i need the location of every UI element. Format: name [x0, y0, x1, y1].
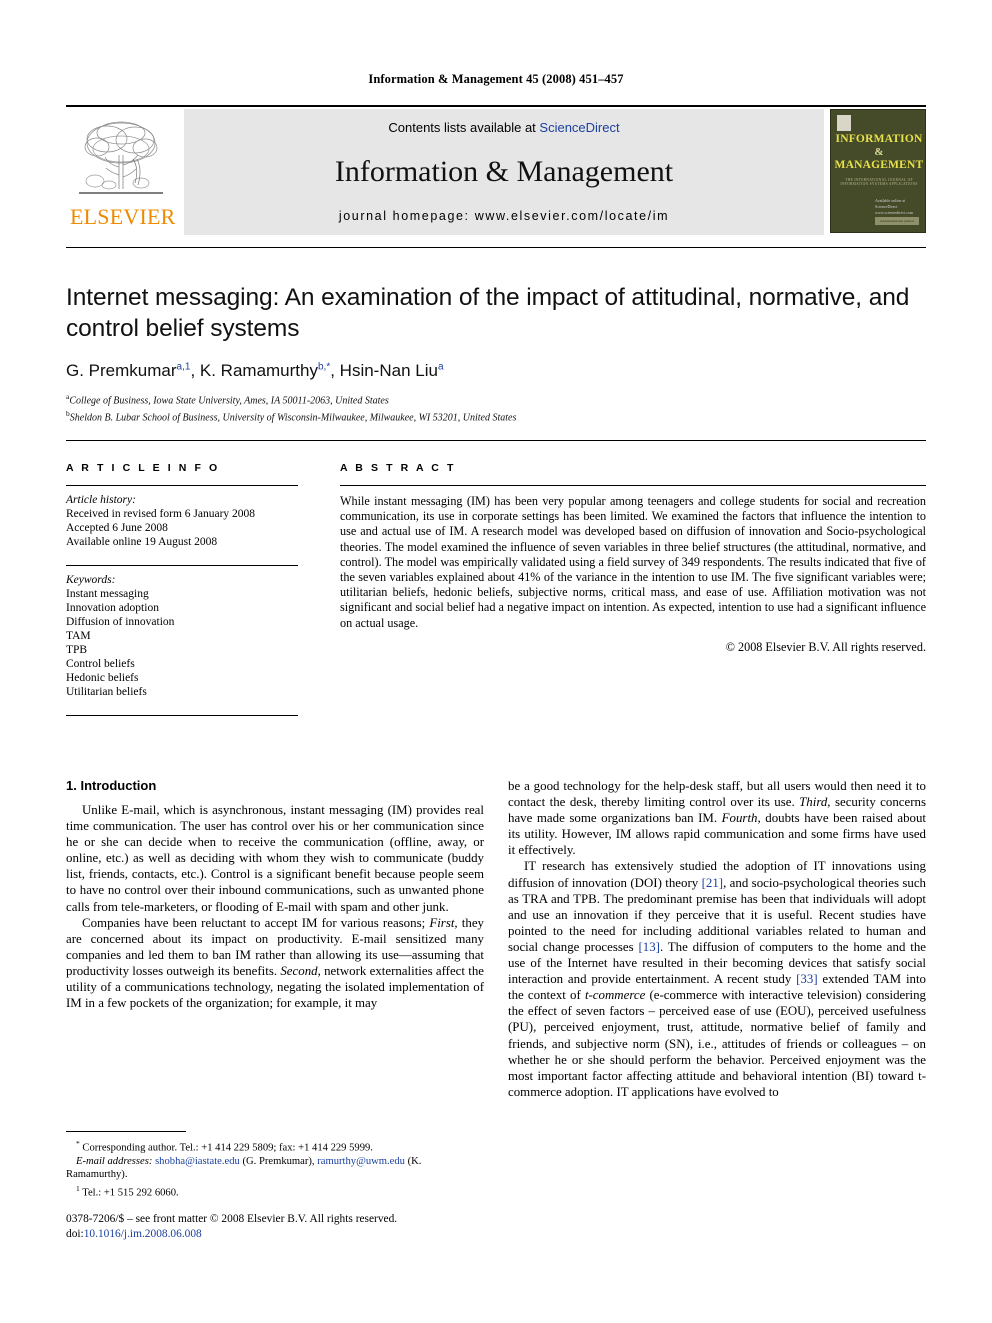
- section-heading-introduction: 1. Introduction: [66, 778, 157, 793]
- author-name: G. Premkumar: [66, 361, 177, 380]
- keyword-item: TPB: [66, 644, 88, 656]
- doi-link[interactable]: 10.1016/j.im.2008.06.008: [84, 1228, 202, 1240]
- paragraph: Unlike E-mail, which is asynchronous, in…: [66, 803, 484, 914]
- keyword-item: Diffusion of innovation: [66, 616, 175, 628]
- author-marks: a: [437, 361, 444, 373]
- title-bottom-rule: [66, 440, 926, 441]
- contents-prefix: Contents lists available at: [388, 120, 540, 135]
- paragraph-part: (e-commerce with interactive television)…: [508, 988, 926, 1099]
- citation-ref[interactable]: [13]: [638, 940, 659, 954]
- email-link-ramamurthy[interactable]: ramurthy@uwm.edu: [317, 1156, 405, 1167]
- elsevier-logo: ELSEVIER: [66, 109, 178, 235]
- keyword-item: Control beliefs: [66, 658, 135, 670]
- article-history: Article history: Received in revised for…: [66, 486, 298, 549]
- cover-title-line2: MANAGEMENT: [834, 159, 924, 171]
- cover-title-line1: INFORMATION: [835, 133, 923, 145]
- elsevier-wordmark: ELSEVIER: [70, 204, 176, 229]
- cover-footer-band: An international journal: [875, 217, 919, 225]
- cover-subtitle: THE INTERNATIONAL JOURNAL OF INFORMATION…: [840, 178, 918, 186]
- journal-band: Contents lists available at ScienceDirec…: [184, 109, 824, 235]
- column-gutter: [298, 462, 340, 716]
- masthead-bottom-rule: [66, 247, 926, 248]
- keyword-item: Utilitarian beliefs: [66, 686, 147, 698]
- footnote-note-1: 1 Tel.: +1 515 292 6060.: [66, 1182, 484, 1200]
- cover-title: INFORMATION & MANAGEMENT: [831, 132, 925, 173]
- author-marks: b,*: [317, 361, 331, 373]
- affiliation-text: College of Business, Iowa State Universi…: [69, 395, 389, 407]
- footnote-mark-asterisk: *: [76, 1139, 80, 1148]
- article-info-rule-bottom: [66, 715, 298, 716]
- body-column-left: 1. Introduction Unlike E-mail, which is …: [66, 778, 484, 1100]
- footnotes-block: * Corresponding author. Tel.: +1 414 229…: [66, 1131, 484, 1200]
- emphasis-third: Third,: [799, 795, 831, 810]
- page-title: Internet messaging: An examination of th…: [66, 284, 910, 342]
- paragraph: IT research has extensively studied the …: [508, 858, 926, 1099]
- article-history-item: Received in revised form 6 January 2008: [66, 508, 256, 520]
- footnote-rule: [66, 1131, 186, 1132]
- abstract-column: A B S T R A C T While instant messaging …: [340, 462, 926, 716]
- email-addresses-label: E-mail addresses:: [76, 1155, 153, 1167]
- article-history-label: Article history:: [66, 494, 136, 506]
- emphasis-fourth: Fourth,: [721, 811, 761, 826]
- body-column-right: be a good technology for the help-desk s…: [508, 778, 926, 1100]
- journal-title: Information & Management: [334, 155, 674, 188]
- journal-cover-thumbnail[interactable]: INFORMATION & MANAGEMENT THE INTERNATION…: [830, 109, 926, 233]
- paragraph-part: Companies have been reluctant to accept …: [82, 915, 430, 930]
- sciencedirect-link[interactable]: ScienceDirect: [539, 120, 619, 135]
- contents-available-line: Contents lists available at ScienceDirec…: [388, 120, 619, 135]
- author-name: Hsin-Nan Liu: [339, 361, 438, 380]
- keyword-item: Innovation adoption: [66, 602, 159, 614]
- keyword-item: Instant messaging: [66, 588, 149, 600]
- keywords-label: Keywords:: [66, 574, 116, 586]
- keyword-item: TAM: [66, 630, 91, 642]
- email-owner-premkumar: (G. Premkumar),: [242, 1155, 315, 1167]
- imprint-doi-line: doi:10.1016/j.im.2008.06.008: [66, 1227, 626, 1242]
- affiliation-list: aCollege of Business, Iowa State Univers…: [66, 390, 926, 425]
- keyword-item: Hedonic beliefs: [66, 672, 139, 684]
- imprint-front-matter: 0378-7206/$ – see front matter © 2008 El…: [66, 1213, 398, 1225]
- footnote-emails: E-mail addresses: shobha@iastate.edu (G.…: [66, 1155, 484, 1182]
- author-marks: a,1: [176, 361, 191, 373]
- journal-masthead: ELSEVIER Contents lists available at Sci…: [66, 105, 926, 235]
- article-history-item: Accepted 6 June 2008: [66, 522, 168, 534]
- journal-homepage[interactable]: journal homepage: www.elsevier.com/locat…: [339, 209, 669, 223]
- running-head: Information & Management 45 (2008) 451–4…: [368, 72, 624, 86]
- abstract-text: While instant messaging (IM) has been ve…: [340, 494, 926, 630]
- abstract-heading: A B S T R A C T: [340, 462, 456, 474]
- emphasis-first: First,: [429, 915, 458, 930]
- citation-ref[interactable]: [21]: [702, 876, 723, 890]
- email-link-premkumar[interactable]: shobha@iastate.edu: [155, 1156, 240, 1167]
- affiliation-item: bSheldon B. Lubar School of Business, Un…: [66, 407, 926, 424]
- affiliation-text: Sheldon B. Lubar School of Business, Uni…: [69, 412, 517, 424]
- footnote-mark-1: 1: [76, 1183, 80, 1193]
- article-info-heading: A R T I C L E I N F O: [66, 462, 220, 474]
- elsevier-tree-icon: [79, 121, 163, 194]
- article-info-column: A R T I C L E I N F O Article history: R…: [66, 462, 298, 716]
- emphasis-t-commerce: t-commerce: [584, 988, 646, 1003]
- cover-ampersand: &: [874, 146, 884, 158]
- abstract-copyright: © 2008 Elsevier B.V. All rights reserved…: [725, 639, 926, 654]
- emphasis-second: Second,: [280, 963, 321, 978]
- affiliation-item: aCollege of Business, Iowa State Univers…: [66, 390, 926, 407]
- paper-page: Information & Management 45 (2008) 451–4…: [0, 0, 992, 1323]
- article-history-item: Available online 19 August 2008: [66, 536, 218, 548]
- footnote-corresponding-text: Corresponding author. Tel.: +1 414 229 5…: [82, 1142, 373, 1154]
- footnote-note-1-text: Tel.: +1 515 292 6060.: [82, 1187, 179, 1199]
- doi-label: doi:: [66, 1227, 84, 1240]
- paragraph: Companies have been reluctant to accept …: [66, 915, 484, 1012]
- cover-elsevier-mark-icon: [837, 115, 851, 131]
- imprint-block: 0378-7206/$ – see front matter © 2008 El…: [66, 1212, 626, 1241]
- info-abstract-section: A R T I C L E I N F O Article history: R…: [66, 462, 926, 716]
- footnote-corresponding-author: * Corresponding author. Tel.: +1 414 229…: [66, 1137, 484, 1155]
- paragraph: be a good technology for the help-desk s…: [508, 778, 926, 858]
- author-name: K. Ramamurthy: [199, 361, 318, 380]
- author-list: G. Premkumara,1, K. Ramamurthyb,*, Hsin-…: [66, 361, 444, 380]
- cover-sciencedirect-mark: Available online at ScienceDirect www.sc…: [875, 198, 914, 215]
- body-gutter: [484, 778, 508, 1100]
- citation-ref[interactable]: [33]: [796, 972, 817, 986]
- keywords-list: Keywords: Instant messaging Innovation a…: [66, 566, 298, 699]
- title-block: Internet messaging: An examination of th…: [66, 282, 926, 425]
